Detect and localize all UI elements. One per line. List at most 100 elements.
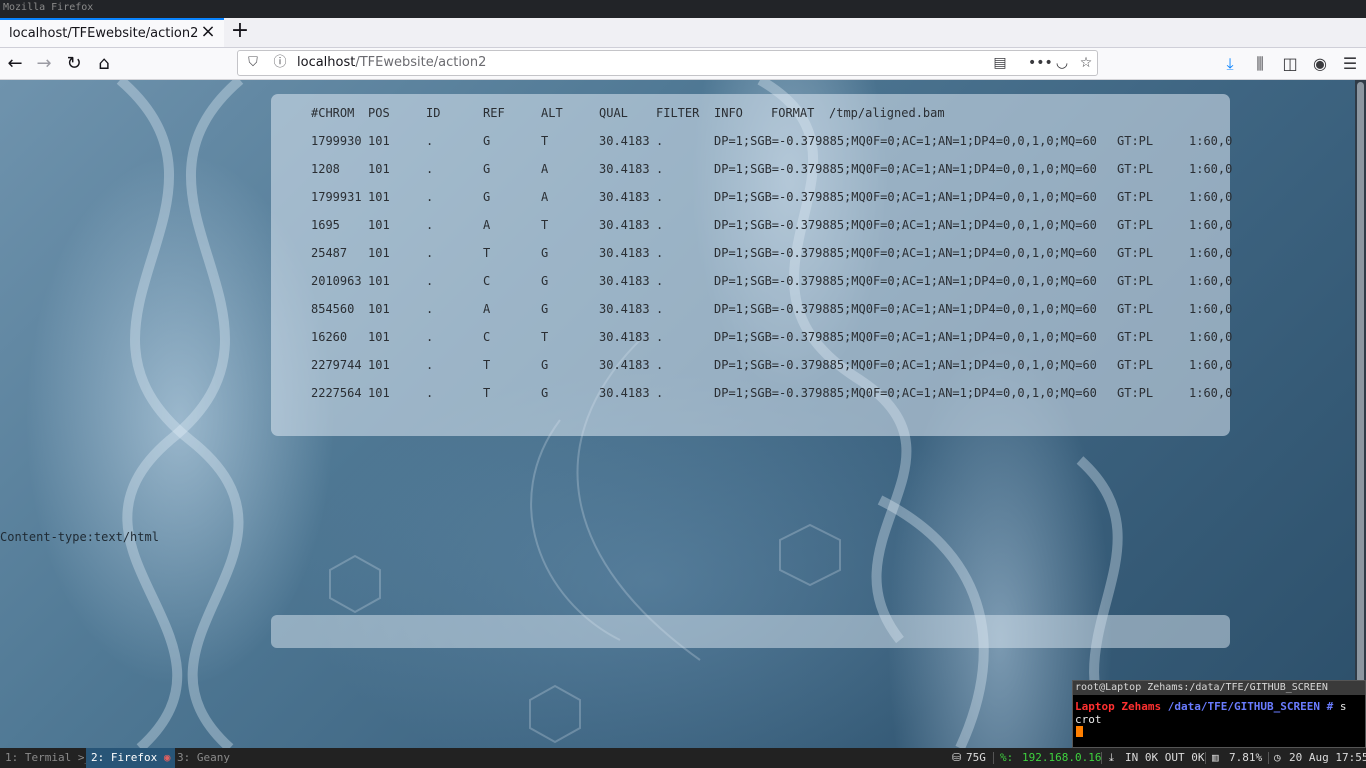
menu-icon[interactable]: ☰ — [1338, 51, 1362, 77]
cell-sample: 1:60,0 — [1189, 218, 1233, 232]
command-start: s — [1339, 700, 1347, 713]
status-separator — [1268, 752, 1269, 764]
reader-view-icon[interactable]: ▤ — [990, 54, 1010, 72]
home-icon[interactable]: ⌂ — [91, 51, 117, 77]
cell-info: DP=1;SGB=-0.379885;MQ0F=0;AC=1;AN=1;DP4=… — [714, 274, 1097, 288]
i3-status-bar: 1: Termial >_ 2: Firefox ◉ 3: Geany ⛁ 75… — [0, 748, 1366, 768]
table-row: 2010963 101. C G 30.4183. DP=1;SGB=-0.379885;… — [311, 274, 1232, 290]
back-icon[interactable]: ← — [2, 51, 28, 77]
cell-alt: A — [541, 190, 549, 204]
forward-icon[interactable]: → — [31, 51, 57, 77]
tab-title: localhost/TFEwebsite/action2 — [9, 26, 199, 41]
header-qual: QUAL — [599, 106, 628, 120]
workspace-2[interactable]: 2: Firefox ◉ — [86, 748, 176, 768]
url-bar[interactable]: ⛉ ⓘ localhost/TFEwebsite/action2 ▤ ••• ◡… — [237, 50, 1098, 76]
cell-sample: 1:60,0 — [1189, 330, 1233, 344]
command-continuation: crot — [1075, 713, 1102, 726]
table-row: 2227564 101. T G 30.4183. DP=1;SGB=-0.379885;… — [311, 386, 1232, 402]
header-alt: ALT — [541, 106, 563, 120]
cell-ref: A — [483, 302, 491, 316]
cpu-status: 7.81% — [1229, 751, 1263, 764]
workspace-1[interactable]: 1: Termial >_ — [0, 748, 96, 768]
cell-filter: . — [656, 218, 664, 232]
page-actions-icon[interactable]: ••• — [1028, 54, 1053, 72]
table-row: 1695 101. A T 30.4183. DP=1;SGB=-0.379885;MQ0… — [311, 218, 1232, 234]
window-title: Mozilla Firefox — [0, 0, 1366, 18]
sidebar-icon[interactable]: ◫ — [1278, 51, 1302, 77]
cell-format: GT:PL — [1117, 386, 1154, 400]
header-chrom: #CHROM — [311, 106, 355, 120]
disk-status: 75G — [966, 751, 986, 764]
reload-icon[interactable]: ↻ — [61, 51, 87, 77]
cell-pos: 101 — [368, 302, 390, 316]
terminal-title: root@Laptop Zehams:/data/TFE/GITHUB_SCRE… — [1073, 681, 1365, 695]
cell-sample: 1:60,0 — [1189, 386, 1233, 400]
workspace-1-label: 1: Termial >_ — [5, 751, 92, 764]
cell-id: . — [426, 386, 434, 400]
new-tab-icon[interactable]: + — [228, 20, 252, 44]
browser-tab[interactable]: localhost/TFEwebsite/action2 × — [0, 18, 224, 47]
cpu-icon: ▥ — [1212, 751, 1219, 764]
cell-sample: 1:60,0 — [1189, 302, 1233, 316]
header-sample: /tmp/aligned.bam — [829, 106, 945, 120]
cell-id: . — [426, 190, 434, 204]
close-tab-icon[interactable]: × — [199, 23, 217, 41]
cell-info: DP=1;SGB=-0.379885;MQ0F=0;AC=1;AN=1;DP4=… — [714, 218, 1097, 232]
cell-info: DP=1;SGB=-0.379885;MQ0F=0;AC=1;AN=1;DP4=… — [714, 358, 1097, 372]
cell-chrom: 1799931 — [311, 190, 362, 204]
workspace-3[interactable]: 3: Geany — [172, 748, 235, 768]
cell-info: DP=1;SGB=-0.379885;MQ0F=0;AC=1;AN=1;DP4=… — [714, 302, 1097, 316]
ip-status: 192.168.0.16 — [1022, 751, 1102, 764]
cell-pos: 101 — [368, 218, 390, 232]
cell-ref: T — [483, 386, 491, 400]
cell-alt: G — [541, 358, 549, 372]
pocket-icon[interactable]: ◡ — [1052, 54, 1072, 72]
library-icon[interactable]: ⫼ — [1248, 51, 1272, 77]
tab-bar: localhost/TFEwebsite/action2 × + — [0, 18, 1366, 48]
header-info: INFO — [714, 106, 743, 120]
cell-qual: 30.4183 — [599, 358, 650, 372]
cell-pos: 101 — [368, 274, 390, 288]
cell-chrom: 1799930 — [311, 134, 362, 148]
cell-sample: 1:60,0 — [1189, 246, 1233, 260]
downloads-icon[interactable]: ⤓ — [1218, 51, 1242, 77]
table-row: 25487 101. T G 30.4183. DP=1;SGB=-0.379885;MQ… — [311, 246, 1232, 262]
cell-chrom: 2227564 — [311, 386, 362, 400]
account-icon[interactable]: ◉ — [1308, 51, 1332, 77]
url-text[interactable]: localhost/TFEwebsite/action2 — [297, 55, 486, 70]
cell-alt: A — [541, 162, 549, 176]
cell-alt: T — [541, 218, 549, 232]
url-path: /TFEwebsite/action2 — [355, 55, 487, 70]
cell-qual: 30.4183 — [599, 134, 650, 148]
terminal-window[interactable]: root@Laptop Zehams:/data/TFE/GITHUB_SCRE… — [1072, 680, 1366, 748]
cell-pos: 101 — [368, 162, 390, 176]
cell-format: GT:PL — [1117, 330, 1154, 344]
scrollbar-thumb[interactable] — [1357, 82, 1364, 742]
cell-chrom: 16260 — [311, 330, 348, 344]
cell-ref: G — [483, 162, 491, 176]
cell-info: DP=1;SGB=-0.379885;MQ0F=0;AC=1;AN=1;DP4=… — [714, 330, 1097, 344]
cell-filter: . — [656, 358, 664, 372]
cell-pos: 101 — [368, 358, 390, 372]
cell-filter: . — [656, 386, 664, 400]
net-status: IN 0K OUT 0K — [1125, 751, 1205, 764]
cell-info: DP=1;SGB=-0.379885;MQ0F=0;AC=1;AN=1;DP4=… — [714, 386, 1097, 400]
cell-alt: G — [541, 386, 549, 400]
cell-qual: 30.4183 — [599, 386, 650, 400]
bookmark-star-icon[interactable]: ☆ — [1076, 54, 1096, 72]
cell-ref: C — [483, 330, 491, 344]
content-type-text: Content-type:text/html — [0, 530, 159, 544]
cell-ref: G — [483, 134, 491, 148]
tracking-shield-icon[interactable]: ⛉ — [245, 55, 261, 71]
page-scrollbar[interactable] — [1355, 80, 1366, 748]
cell-format: GT:PL — [1117, 358, 1154, 372]
header-ref: REF — [483, 106, 505, 120]
cell-format: GT:PL — [1117, 162, 1154, 176]
prompt-host: Laptop Zehams — [1075, 700, 1162, 713]
header-id: ID — [426, 106, 441, 120]
cell-filter: . — [656, 246, 664, 260]
nav-bar: ← → ↻ ⌂ ⛉ ⓘ localhost/TFEwebsite/action2… — [0, 48, 1366, 80]
cell-id: . — [426, 274, 434, 288]
site-info-icon[interactable]: ⓘ — [272, 55, 288, 71]
cell-qual: 30.4183 — [599, 218, 650, 232]
